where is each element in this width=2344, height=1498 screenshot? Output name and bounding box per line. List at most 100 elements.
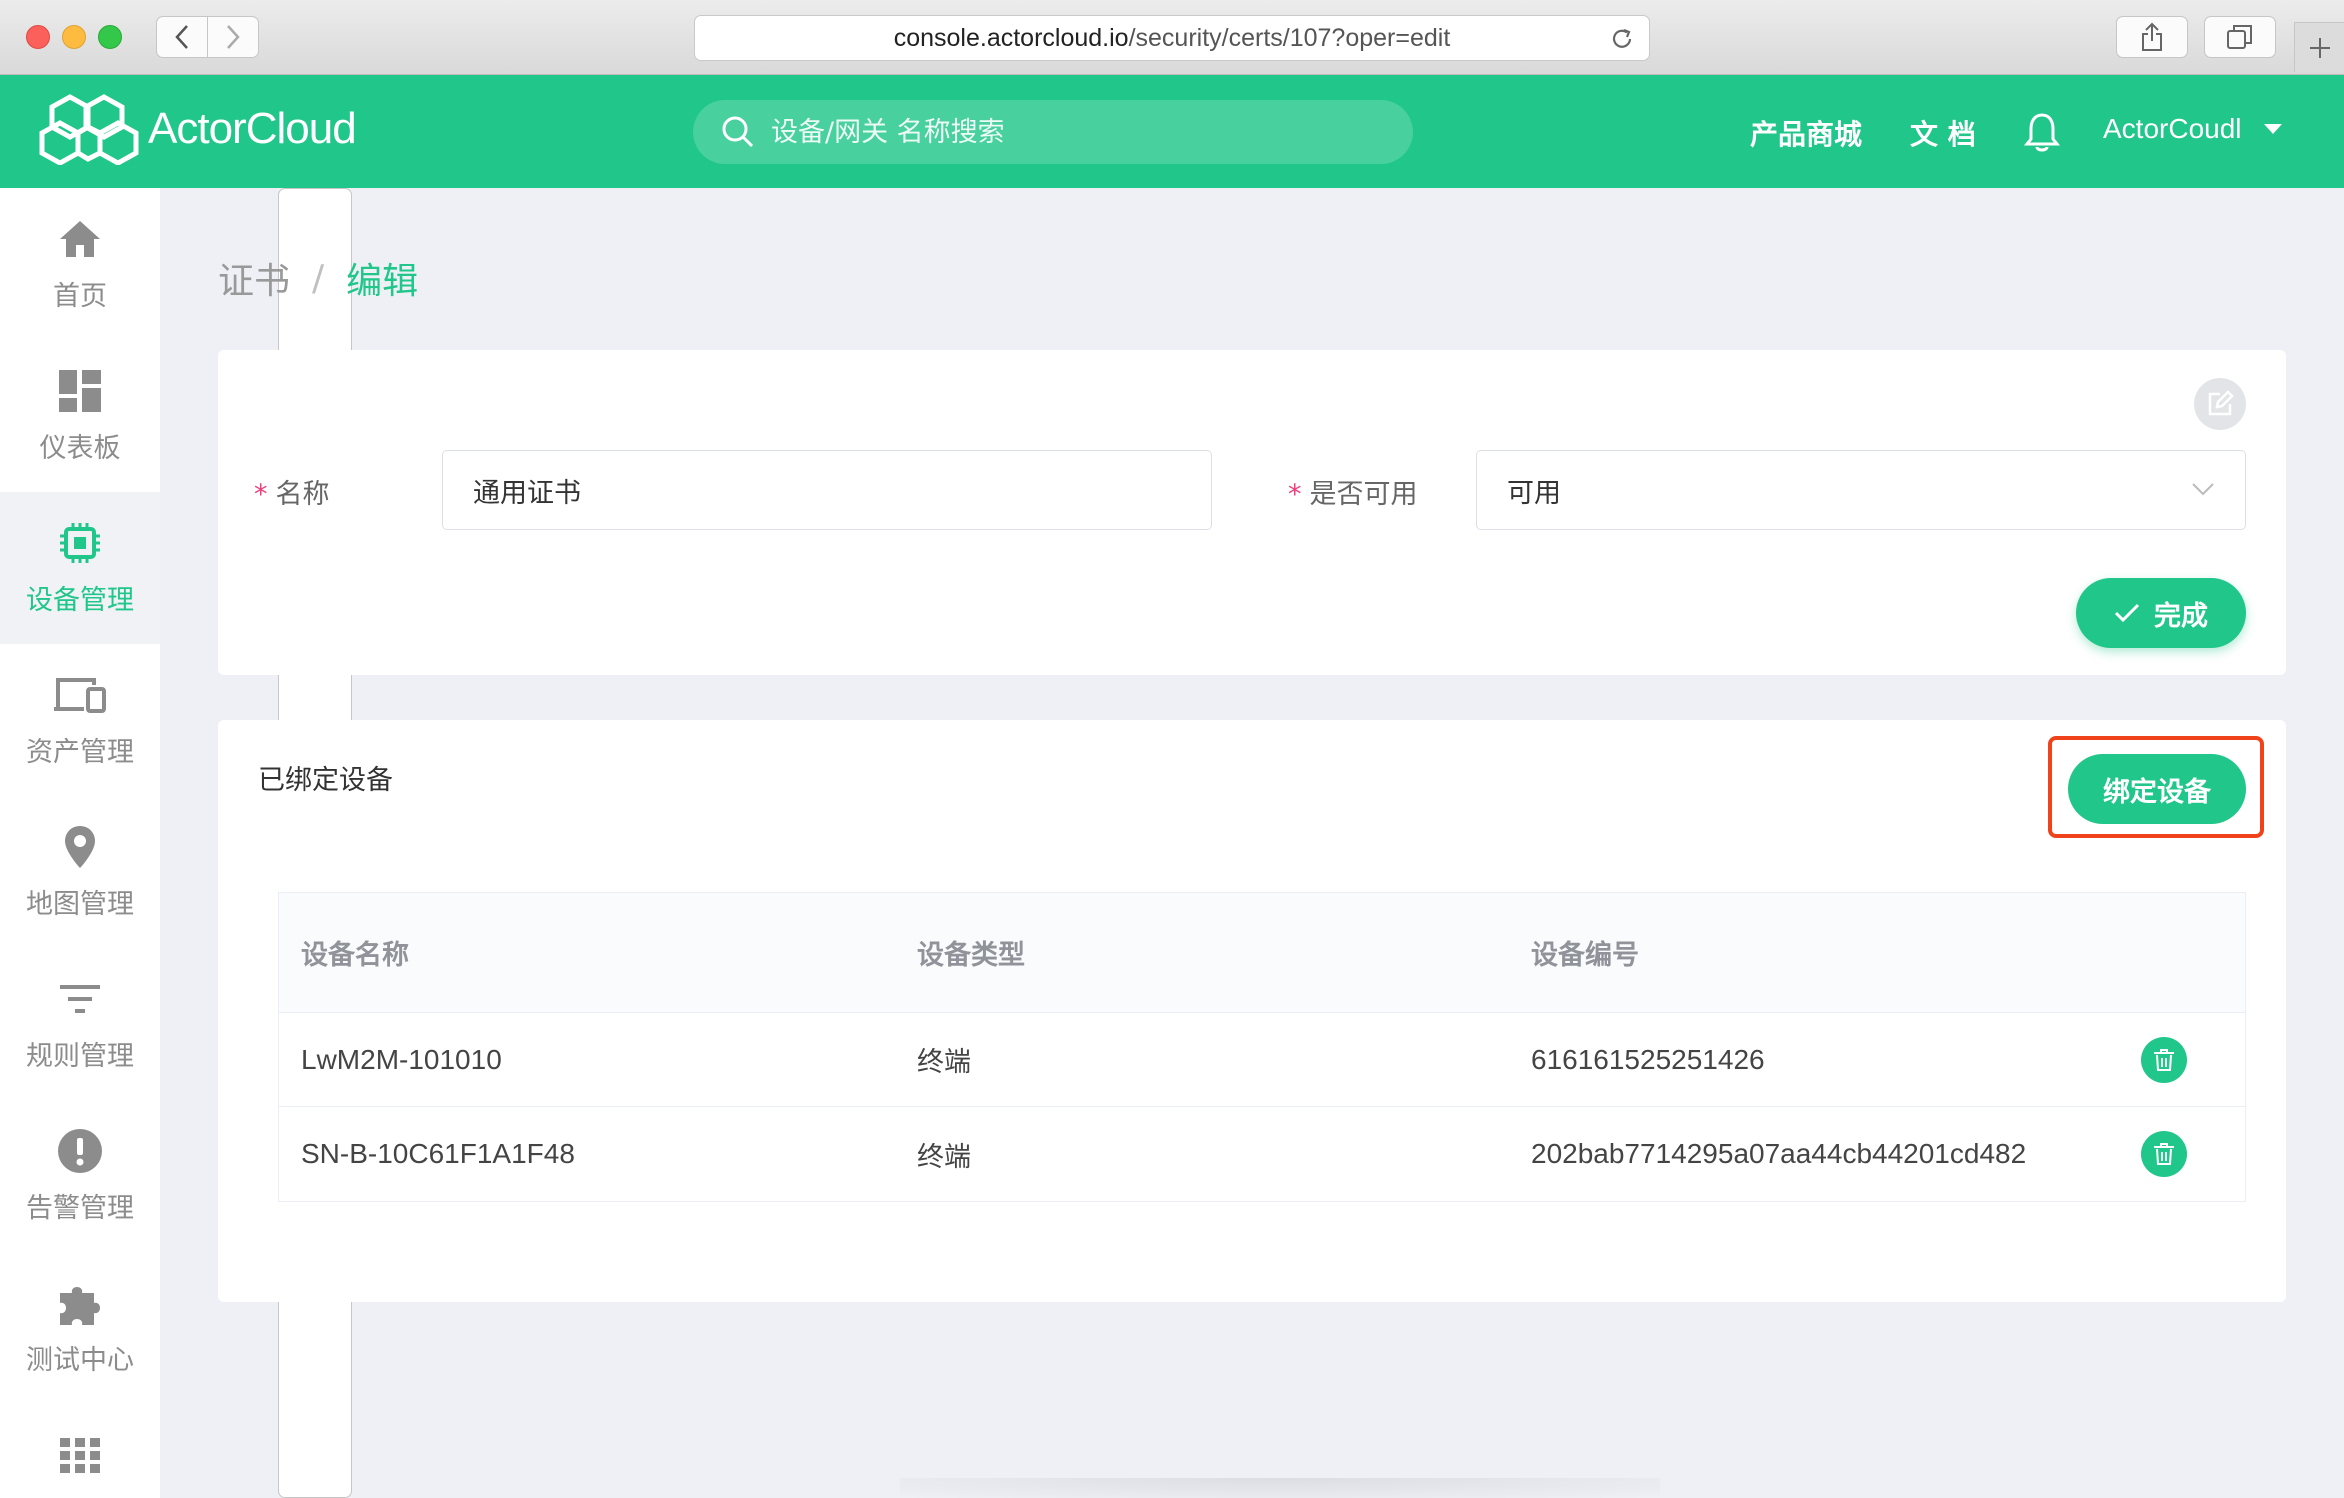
device-id-cell: 202bab7714295a07aa44cb44201cd482	[1531, 1138, 2027, 1169]
sidebar-item-label: 规则管理	[26, 1040, 134, 1072]
nav-product-store[interactable]: 产品商城	[1750, 113, 1862, 153]
chevron-right-icon	[227, 25, 240, 49]
window-minimize-button[interactable]	[62, 25, 86, 49]
search-input[interactable]	[771, 116, 1371, 148]
device-type-cell: 终端	[917, 1047, 971, 1078]
sidebar-item-home[interactable]: 首页	[0, 188, 160, 340]
plus-icon	[2309, 37, 2330, 58]
device-name-cell: SN-B-10C61F1A1F48	[301, 1138, 575, 1169]
sidebar-item-label: 资产管理	[26, 736, 134, 768]
done-button[interactable]: 完成	[2076, 578, 2246, 648]
dashboard-icon	[59, 369, 101, 412]
actorcloud-logo-icon	[39, 94, 139, 165]
sidebar-item-dashboard[interactable]: 仪表板	[0, 340, 160, 492]
name-label-text: 名称	[275, 479, 330, 510]
unbind-device-button[interactable]	[2141, 1131, 2187, 1177]
breadcrumb-current: 编辑	[346, 261, 419, 302]
sidebar-item-label: 告警管理	[26, 1192, 134, 1224]
sidebar-item-label: 首页	[53, 280, 107, 312]
sidebar-item-more[interactable]	[0, 1438, 160, 1498]
breadcrumb-separator: /	[312, 257, 325, 299]
sidebar-item-devices[interactable]: 设备管理	[0, 492, 160, 644]
breadcrumb: 证书 / 编辑	[218, 252, 418, 304]
name-input-value: 通用证书	[473, 477, 581, 509]
url-path: /security/certs/107?oper=edit	[1128, 23, 1451, 52]
search-icon	[722, 116, 754, 148]
home-icon	[60, 220, 100, 257]
column-header-type: 设备类型	[917, 940, 1025, 971]
url-host: console.actorcloud.io	[893, 23, 1129, 52]
page-shadow	[900, 1478, 1660, 1498]
reload-icon[interactable]	[1609, 26, 1635, 52]
column-header-id: 设备编号	[1531, 940, 1639, 971]
enable-select-value: 可用	[1507, 477, 1561, 509]
name-input[interactable]: 通用证书	[442, 450, 1212, 530]
table-row: LwM2M-101010 终端 616161525251426	[279, 1013, 2245, 1107]
logo-text: ActorCloud	[148, 104, 357, 153]
trash-icon	[2154, 1143, 2174, 1165]
devices-icon	[54, 677, 106, 713]
browser-forward-button[interactable]	[207, 16, 259, 58]
enable-select[interactable]: 可用	[1476, 450, 2246, 530]
address-bar[interactable]: console.actorcloud.io/security/certs/107…	[694, 15, 1650, 61]
window-close-button[interactable]	[26, 25, 50, 49]
map-pin-icon	[65, 825, 95, 868]
bound-devices-title: 已绑定设备	[258, 765, 393, 796]
caret-down-icon	[2263, 124, 2282, 134]
column-header-name: 设备名称	[301, 940, 409, 971]
share-icon	[2142, 22, 2162, 51]
bind-device-button[interactable]: 绑定设备	[2068, 754, 2246, 824]
user-menu[interactable]: ActorCoudl	[2103, 113, 2282, 145]
browser-chrome: console.actorcloud.io/security/certs/107…	[0, 0, 2344, 1498]
edit-icon	[2208, 390, 2234, 416]
trash-icon	[2154, 1049, 2174, 1071]
required-mark: *	[1288, 479, 1302, 510]
sidebar-item-assets[interactable]: 资产管理	[0, 644, 160, 796]
bell-icon[interactable]	[2024, 111, 2060, 153]
bound-devices-table: 设备名称 设备类型 设备编号 LwM2M-101010 终端 616161525…	[278, 892, 2246, 1202]
enable-label: * 是否可用	[1288, 472, 1418, 511]
logo[interactable]: ActorCloud	[38, 93, 357, 165]
required-mark: *	[254, 479, 268, 510]
table-header: 设备名称 设备类型 设备编号	[279, 893, 2245, 1013]
sidebar-item-alerts[interactable]: 告警管理	[0, 1100, 160, 1252]
enable-label-text: 是否可用	[1309, 479, 1418, 510]
window-zoom-button[interactable]	[98, 25, 122, 49]
table-row: SN-B-10C61F1A1F48 终端 202bab7714295a07aa4…	[279, 1107, 2245, 1201]
filter-icon	[60, 984, 100, 1013]
browser-share-button[interactable]	[2116, 16, 2188, 58]
name-label: * 名称	[254, 472, 330, 511]
app-header: ActorCloud 产品商城 文 档 ActorCoudl	[0, 75, 2344, 188]
chevron-down-icon	[2192, 483, 2214, 496]
sidebar-item-map[interactable]: 地图管理	[0, 796, 160, 948]
sidebar-item-label: 测试中心	[26, 1344, 134, 1376]
sidebar-item-rules[interactable]: 规则管理	[0, 948, 160, 1100]
device-name-cell: LwM2M-101010	[301, 1043, 502, 1075]
alert-icon	[58, 1128, 102, 1173]
browser-back-button[interactable]	[156, 16, 208, 58]
sidebar-item-test-center[interactable]: 测试中心	[0, 1252, 160, 1404]
tabs-icon	[2227, 25, 2252, 49]
browser-tabs-button[interactable]	[2204, 16, 2276, 58]
sidebar-item-label: 设备管理	[26, 584, 134, 616]
bound-devices-card: 已绑定设备 绑定设备 设备名称 设备类型 设备编号 LwM2M-101010 终…	[218, 720, 2286, 1302]
done-button-label: 完成	[2154, 600, 2208, 632]
device-type-cell: 终端	[917, 1141, 971, 1173]
cert-form-card: * 名称 通用证书 * 是否可用 可用 完成	[218, 350, 2286, 675]
unbind-device-button[interactable]	[2141, 1037, 2187, 1083]
user-name: ActorCoudl	[2103, 113, 2242, 144]
breadcrumb-parent[interactable]: 证书	[218, 252, 290, 304]
grid-icon	[60, 1438, 100, 1473]
sidebar: 首页 仪表板 设备管理 资产管理 地图管理 规则管理 告警管理 测试中心	[0, 188, 160, 1498]
chevron-left-icon	[175, 25, 188, 49]
sidebar-item-label: 地图管理	[26, 888, 134, 920]
nav-docs[interactable]: 文 档	[1910, 113, 1976, 153]
sidebar-item-label: 仪表板	[39, 432, 121, 464]
chip-icon	[60, 522, 100, 563]
new-tab-button[interactable]	[2294, 22, 2344, 72]
device-id-cell: 616161525251426	[1531, 1043, 1765, 1075]
check-icon	[2114, 603, 2140, 623]
puzzle-icon	[60, 1286, 100, 1325]
global-search[interactable]	[693, 100, 1413, 164]
edit-button[interactable]	[2194, 378, 2246, 430]
